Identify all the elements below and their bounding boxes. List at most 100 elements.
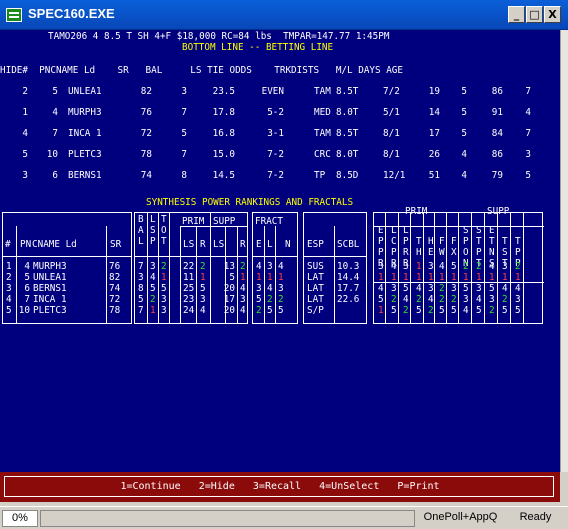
synth-col-factor: P — [403, 236, 409, 247]
bet-cell-ml: 7/2 — [383, 86, 400, 97]
synth-col-lsp: L — [150, 214, 156, 225]
synth-col-name: CNAME Ld — [32, 239, 77, 250]
synth-supp-ls: 5 — [229, 272, 235, 283]
bet-cell-bal: 3 — [181, 86, 187, 97]
bet-cell-trk: TAM — [314, 86, 331, 97]
synth-supp-ls: 17 — [223, 294, 235, 305]
synth-fract-n: 1 — [278, 272, 284, 283]
synth-col-factor: T — [515, 236, 521, 247]
bet-cell-bal: 7 — [181, 149, 187, 160]
bet-cell-ls: 23.5 — [212, 86, 235, 97]
bet-cell-days: 51 — [428, 170, 440, 181]
synth-divider — [158, 212, 159, 324]
synth-pn: 10 — [18, 305, 30, 316]
bet-cell-name: MURPH3 — [68, 107, 102, 118]
synth-factor-value: 1 — [515, 272, 521, 283]
betting-line-title: BOTTOM LINE -- BETTING LINE — [182, 42, 334, 53]
bet-cell-bal: 8 — [181, 170, 187, 181]
synth-col-factor: E — [378, 225, 384, 236]
synth-factor-value: 5 — [502, 305, 508, 316]
title-bar[interactable]: SPEC160.EXE _ □ X — [0, 0, 568, 30]
bet-cell-ml: 8/1 — [383, 149, 400, 160]
bet-cell-ml: 12/1 — [383, 170, 406, 181]
bet-cell-bal: 7 — [181, 107, 187, 118]
synth-fract-e: 4 — [256, 261, 262, 272]
synth-sr: 78 — [109, 305, 121, 316]
synth-num: 1 — [6, 261, 12, 272]
synth-prim-r: 1 — [200, 272, 206, 283]
synth-factor-value: 1 — [378, 272, 384, 283]
synth-factor-value: 3 — [515, 294, 521, 305]
synth-factor-value: 1 — [403, 272, 409, 283]
synth-factor-value: 1 — [378, 305, 384, 316]
synth-col-factor: X — [451, 247, 457, 258]
minimize-button[interactable]: _ — [508, 6, 525, 23]
synth-prim-r: 2 — [200, 261, 206, 272]
synth-factor-value: 3 — [476, 283, 482, 294]
synth-num: 3 — [6, 283, 12, 294]
bet-cell-dist: 8.5D — [336, 170, 359, 181]
bet-cell-hide: 5 — [22, 149, 28, 160]
synth-col-prim: PRIM — [182, 216, 205, 227]
synth-lsp: 1 — [150, 305, 156, 316]
bet-cell-odds: 5-2 — [267, 107, 284, 118]
synth-bal: 8 — [138, 283, 144, 294]
app-icon — [6, 8, 22, 22]
synth-factor-value: 3 — [428, 261, 434, 272]
synth-supp-r: 1 — [240, 272, 246, 283]
bet-cell-name: INCA 1 — [68, 128, 102, 139]
synth-col-factor: O — [463, 247, 469, 258]
synth-factor-value: 1 — [451, 272, 457, 283]
synth-factor-value: 1 — [476, 272, 482, 283]
synth-factor-value: 1 — [428, 272, 434, 283]
synth-factor-value: 4 — [489, 261, 495, 272]
bet-cell-ls: 14.5 — [212, 170, 235, 181]
function-key-box[interactable]: 1=Continue 2=Hide 3=Recall 4=UnSelect P=… — [4, 476, 554, 497]
synth-fract-lf: 3 — [267, 261, 273, 272]
bet-cell-name: PLETC3 — [68, 149, 102, 160]
synth-col-factor: S — [476, 225, 482, 236]
bet-cell-age: 4 — [461, 149, 467, 160]
bet-cell-hide: 1 — [22, 107, 28, 118]
synth-factor-value: 3 — [489, 294, 495, 305]
synth-col-factor: T — [489, 236, 495, 247]
synth-divider — [16, 226, 17, 324]
synth-factor-value: 4 — [378, 283, 384, 294]
maximize-button[interactable]: □ — [526, 6, 543, 23]
synth-num: 4 — [6, 294, 12, 305]
synth-factor-value: 2 — [428, 305, 434, 316]
close-button[interactable]: X — [544, 6, 561, 23]
synth-col-factor: P — [378, 236, 384, 247]
synth-num: 2 — [6, 272, 12, 283]
synth-num: 5 — [6, 305, 12, 316]
synth-col-factor: P — [378, 247, 384, 258]
bet-cell-ml: 8/1 — [383, 128, 400, 139]
synth-col-factor: H — [428, 236, 434, 247]
synth-rule — [303, 256, 367, 257]
bet-cell-odds: 3-1 — [267, 128, 284, 139]
status-ready: Ready — [519, 511, 552, 523]
bet-cell-days: 19 — [428, 86, 440, 97]
synth-supp-ls: 20 — [223, 283, 235, 294]
synth-factor-value: 2 — [489, 305, 495, 316]
synth-factor-value: 5 — [391, 305, 397, 316]
synth-divider — [196, 226, 197, 324]
synth-factor-value: 1 — [489, 272, 495, 283]
bet-cell-name: UNLEA1 — [68, 86, 102, 97]
vertical-scrollbar[interactable] — [560, 30, 568, 472]
bet-cell-hide: 3 — [22, 170, 28, 181]
synth-factor-value: 3 — [451, 283, 457, 294]
synth-col-factor: T — [416, 236, 422, 247]
synth-factor-value: 2 — [391, 294, 397, 305]
synth-factor-value: 2 — [439, 294, 445, 305]
synth-divider — [334, 226, 335, 324]
bet-cell-dist: 8.0T — [336, 107, 359, 118]
synth-divider — [523, 212, 524, 324]
synth-rule — [374, 226, 544, 227]
synth-factor-value: 5 — [463, 283, 469, 294]
bet-cell-sr: 76 — [140, 107, 152, 118]
synth-factor-value: 3 — [403, 261, 409, 272]
synth-factor-value: 5 — [403, 283, 409, 294]
synth-factor-value: 2 — [502, 294, 508, 305]
bet-cell-sr: 82 — [140, 86, 152, 97]
